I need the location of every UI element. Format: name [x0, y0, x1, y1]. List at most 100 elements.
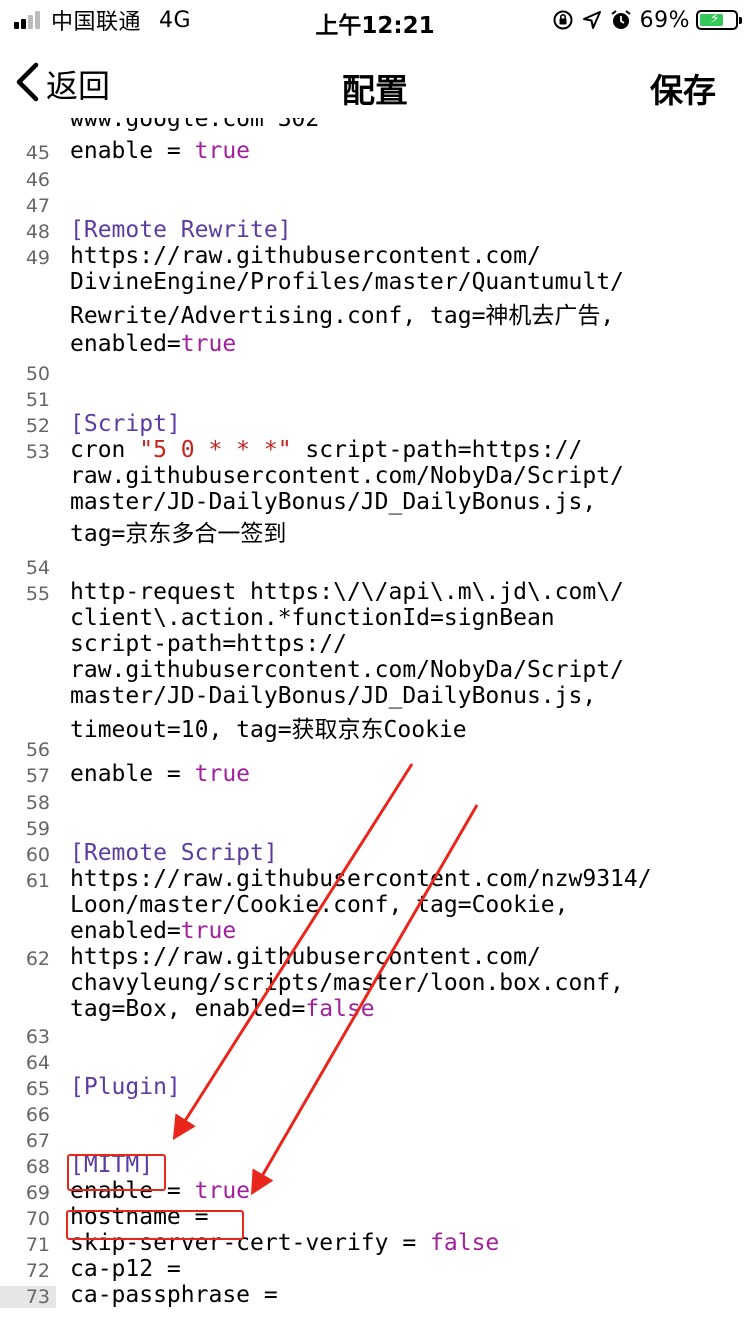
code-text: [Plugin] — [70, 1074, 742, 1100]
line-number: 47 — [25, 195, 50, 217]
code-token: ca-p12 = — [70, 1256, 181, 1282]
code-text: enable = true — [70, 138, 742, 164]
code-text: enabled=true — [70, 918, 742, 944]
code-text: client\.action.*functionId=signBean — [70, 605, 742, 631]
code-text: script-path=https:// — [70, 631, 742, 657]
section-header-token: [Plugin] — [70, 1074, 181, 1100]
line-number: 64 — [25, 1052, 50, 1074]
code-text: raw.githubusercontent.com/NobyDa/Script/ — [70, 657, 742, 683]
code-token: raw.githubusercontent.com/NobyDa/Script/ — [70, 463, 624, 489]
line-number: 53 — [25, 441, 50, 463]
code-token: https://raw.githubusercontent.com/ — [70, 243, 541, 269]
code-text: master/JD-DailyBonus/JD_DailyBonus.js, — [70, 489, 742, 515]
battery-percent: 69% — [639, 7, 690, 33]
keyword-token: true — [194, 1178, 251, 1204]
code-text: timeout=10, tag=获取京东Cookie — [70, 717, 742, 743]
orientation-lock-icon — [552, 9, 574, 31]
line-number: 59 — [25, 818, 50, 840]
code-text: [Remote Script] — [70, 840, 742, 866]
line-number: 69 — [25, 1182, 50, 1204]
code-text: tag=京东多合一签到 — [70, 521, 742, 547]
keyword-token: true — [180, 918, 237, 944]
line-number: 67 — [25, 1130, 50, 1152]
status-bar-right: 69% ⚡ — [544, 6, 742, 34]
line-number: 45 — [25, 142, 50, 164]
keyword-token: true — [194, 138, 251, 164]
code-text: DivineEngine/Profiles/master/Quantumult/ — [70, 269, 742, 295]
code-text: cron "5 0 * * *" script-path=https:// — [70, 437, 742, 463]
code-text: enabled=true — [70, 331, 742, 357]
string-token: "5 0 * * *" — [139, 437, 292, 463]
code-token: raw.githubusercontent.com/NobyDa/Script/ — [70, 657, 624, 683]
status-bar: 中国联通 4G 上午12:21 69% ⚡ — [0, 0, 750, 40]
code-token: enable = — [70, 761, 195, 787]
section-header-token: [Remote Rewrite] — [70, 217, 292, 243]
line-number: 72 — [25, 1260, 50, 1282]
line-number: 61 — [25, 870, 50, 892]
code-text: [Script] — [70, 411, 742, 437]
page-title: 配置 — [342, 71, 408, 110]
keyword-token: true — [194, 761, 251, 787]
code-text: raw.githubusercontent.com/NobyDa/Script/ — [70, 463, 742, 489]
line-number: 55 — [25, 583, 50, 605]
code-text: chavyleung/scripts/master/loon.box.conf, — [70, 970, 742, 996]
save-button[interactable]: 保存 — [650, 64, 716, 112]
code-text: Loon/master/Cookie.conf, tag=Cookie, — [70, 892, 742, 918]
code-text: https://raw.githubusercontent.com/ — [70, 243, 742, 269]
code-text: ca-passphrase = — [70, 1282, 742, 1308]
code-token: master/JD-DailyBonus/JD_DailyBonus.js, — [70, 683, 597, 709]
line-number: 57 — [25, 765, 50, 787]
code-text: http-request https:\/\/api\.m\.jd\.com\/ — [70, 579, 742, 605]
annotation-box-hostname — [66, 1210, 244, 1240]
code-text: Rewrite/Advertising.conf, tag=神机去广告, — [70, 303, 742, 329]
partial-code-line: www.google.com 302 — [70, 118, 320, 132]
code-token: enable = — [70, 138, 195, 164]
line-number: 65 — [25, 1078, 50, 1100]
line-number: 54 — [25, 557, 50, 579]
navigation-bar: 返回 配置 保存 — [0, 44, 750, 124]
config-editor[interactable]: www.google.com 302 45 enable = true 46 47 48… — [0, 118, 750, 1334]
line-number: 68 — [25, 1156, 50, 1178]
line-number: 63 — [25, 1026, 50, 1048]
line-number: 56 — [25, 739, 50, 761]
line-number: 66 — [25, 1104, 50, 1126]
code-text: https://raw.githubusercontent.com/ — [70, 944, 742, 970]
line-number: 62 — [25, 948, 50, 970]
code-token: ca-passphrase = — [70, 1282, 278, 1308]
location-icon — [582, 10, 602, 30]
code-text: master/JD-DailyBonus/JD_DailyBonus.js, — [70, 683, 742, 709]
code-token: DivineEngine/Profiles/master/Quantumult/ — [70, 269, 624, 295]
code-text: enable = true — [70, 761, 742, 787]
code-token: timeout=10, tag=获取京东Cookie — [70, 717, 467, 743]
code-token: tag=京东多合一签到 — [70, 521, 287, 547]
battery-icon: ⚡ — [696, 10, 742, 30]
code-token: tag=Box, enabled= — [70, 996, 306, 1022]
code-text: ca-p12 = — [70, 1256, 742, 1282]
code-token: http-request https:\/\/api\.m\.jd\.com\/ — [70, 579, 624, 605]
annotation-box-mitm — [67, 1154, 166, 1191]
code-token: cron — [70, 437, 140, 463]
code-token: Rewrite/Advertising.conf, tag=神机去广告, — [70, 303, 615, 329]
charging-bolt-icon: ⚡ — [710, 11, 720, 27]
code-token: script-path=https:// — [70, 631, 347, 657]
line-number: 73 — [0, 1286, 56, 1308]
line-number: 48 — [25, 221, 50, 243]
line-number: 60 — [25, 844, 50, 866]
code-token: enabled= — [70, 331, 181, 357]
code-token: script-path=https:// — [291, 437, 583, 463]
keyword-token: false — [305, 996, 375, 1022]
code-token: Loon/master/Cookie.conf, tag=Cookie, — [70, 892, 569, 918]
section-header-token: [Remote Script] — [70, 840, 278, 866]
line-number: 70 — [25, 1208, 50, 1230]
code-text: [MITM] — [70, 1152, 742, 1178]
line-number: 52 — [25, 415, 50, 437]
code-text: enable = true — [70, 1178, 742, 1204]
code-token: master/JD-DailyBonus/JD_DailyBonus.js, — [70, 489, 597, 515]
code-text: tag=Box, enabled=false — [70, 996, 742, 1022]
code-token: https://raw.githubusercontent.com/nzw931… — [70, 866, 652, 892]
code-token: client\.action.*functionId=signBean — [70, 605, 555, 631]
code-text: [Remote Rewrite] — [70, 217, 742, 243]
line-number: 51 — [25, 389, 50, 411]
code-token: enabled= — [70, 918, 181, 944]
code-token: chavyleung/scripts/master/loon.box.conf, — [70, 970, 624, 996]
